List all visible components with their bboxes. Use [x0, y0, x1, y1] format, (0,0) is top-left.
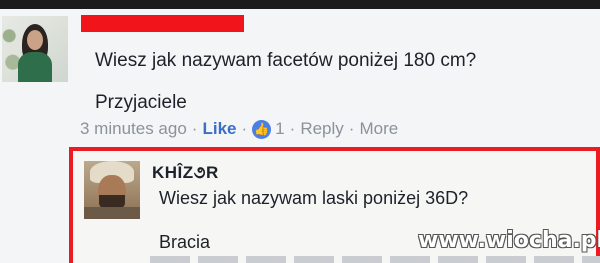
- top-bar: [0, 0, 600, 9]
- thumbs-up-icon[interactable]: 👍: [252, 119, 272, 139]
- reply-author-name[interactable]: KHÎZ૭R: [152, 163, 219, 183]
- comment-meta: 3 minutes ago · Like · 👍 1 · Reply · Mor…: [80, 119, 398, 139]
- comment-text-line2: Przyjaciele: [95, 92, 187, 113]
- separator-dot: ·: [348, 119, 355, 138]
- watermark: www.wiocha.pl: [418, 228, 600, 253]
- commenter-avatar[interactable]: [2, 16, 68, 82]
- like-button[interactable]: Like: [202, 119, 236, 139]
- separator-dot: ·: [289, 119, 296, 138]
- avatar-face: [27, 30, 43, 50]
- reply-author-avatar[interactable]: [84, 161, 140, 219]
- like-count[interactable]: 1: [275, 119, 284, 139]
- comment-timestamp[interactable]: 3 minutes ago: [80, 119, 187, 139]
- reply-button[interactable]: Reply: [300, 119, 343, 139]
- more-button[interactable]: More: [359, 119, 398, 139]
- separator-dot: ·: [191, 119, 198, 138]
- reply-text-line2: Bracia: [159, 232, 211, 252]
- redacted-author-name: [81, 15, 244, 32]
- separator-dot: ·: [241, 119, 248, 138]
- reply-text-line1: Wiesz jak nazywam laski poniżej 36D?: [159, 188, 469, 208]
- comment-text-line1: Wiesz jak nazywam facetów poniżej 180 cm…: [95, 50, 477, 71]
- avatar-clothing: [84, 207, 140, 219]
- avatar-dress: [18, 52, 52, 82]
- cutoff-content: [150, 256, 600, 263]
